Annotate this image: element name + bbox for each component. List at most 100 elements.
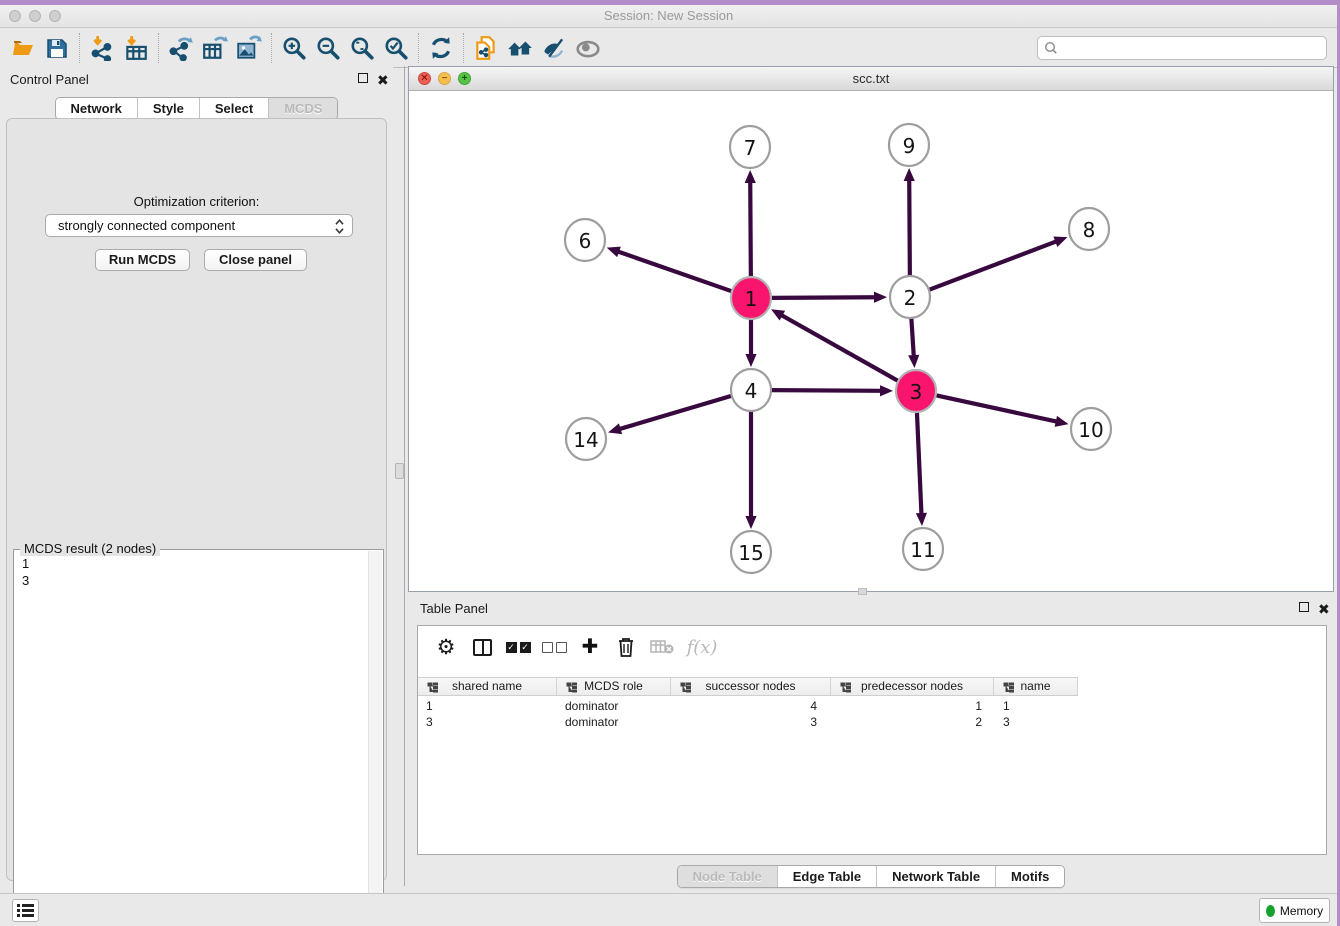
panel-splitter-grip[interactable]	[395, 463, 404, 479]
import-network-icon[interactable]	[85, 33, 119, 63]
cell-mcds-role: dominator	[557, 714, 671, 730]
graph-edge[interactable]	[911, 318, 913, 357]
tab-motifs[interactable]: Motifs	[996, 866, 1064, 887]
graph-edge-arrowhead	[908, 355, 919, 368]
deselect-all-columns-icon[interactable]	[536, 632, 572, 662]
network-window-title: scc.txt	[409, 71, 1333, 86]
horizontal-splitter-grip[interactable]	[858, 588, 867, 595]
zoom-selected-icon[interactable]	[379, 33, 413, 63]
graph-edge[interactable]	[781, 315, 898, 381]
tab-style[interactable]: Style	[138, 98, 200, 119]
graph-edge[interactable]	[930, 241, 1058, 289]
column-header-successor-nodes[interactable]: successor nodes	[671, 678, 831, 695]
run-mcds-button[interactable]: Run MCDS	[95, 249, 190, 271]
graph-edge[interactable]	[909, 179, 910, 276]
graph-node-label: 9	[903, 134, 916, 158]
cell-name: 3	[994, 714, 1078, 730]
list-icon	[17, 904, 34, 917]
control-panel-close-icon[interactable]: ✖	[377, 72, 389, 89]
memory-button[interactable]: Memory	[1259, 898, 1330, 923]
tab-mcds[interactable]: MCDS	[269, 98, 337, 119]
tab-edge-table[interactable]: Edge Table	[778, 866, 877, 887]
table-header-row: shared name MCDS role successor nodes pr…	[418, 677, 1078, 696]
graph-edge-arrowhead	[904, 168, 915, 181]
panel-splitter[interactable]	[404, 66, 405, 886]
mcds-result-title: MCDS result (2 nodes)	[20, 541, 160, 556]
tab-network[interactable]: Network	[56, 98, 138, 119]
table-panel-float-icon[interactable]	[1299, 601, 1309, 615]
graph-edge-arrowhead	[1055, 416, 1069, 427]
graph-edge[interactable]	[772, 297, 876, 298]
titlebar: Session: New Session	[0, 5, 1337, 28]
column-header-predecessor-nodes[interactable]: predecessor nodes	[831, 678, 994, 695]
zoom-fit-icon[interactable]	[345, 33, 379, 63]
duplicate-network-icon[interactable]	[469, 33, 503, 63]
main-toolbar	[0, 28, 1337, 68]
mcds-tab-panel: Optimization criterion: strongly connect…	[6, 118, 387, 881]
dropdown-stepper-icon	[334, 218, 345, 235]
close-panel-button[interactable]: Close panel	[204, 249, 307, 271]
graph-node-label: 1	[745, 287, 758, 311]
table-settings-gear-icon[interactable]: ⚙	[428, 632, 464, 662]
delete-column-icon[interactable]	[608, 632, 644, 662]
table-panel-title: Table Panel	[420, 601, 488, 616]
cell-mcds-role: dominator	[557, 698, 671, 714]
control-panel: Control Panel ✖ Network Style Select MCD…	[0, 66, 393, 893]
mcds-result-box: MCDS result (2 nodes) 1 3	[13, 549, 384, 926]
task-history-button[interactable]	[12, 899, 39, 922]
result-scrollbar[interactable]	[368, 551, 382, 925]
function-builder-icon: f(x)	[680, 632, 724, 662]
tab-select[interactable]: Select	[200, 98, 269, 119]
graph-edge[interactable]	[617, 251, 731, 291]
graph-edge[interactable]	[937, 395, 1058, 421]
tab-network-table[interactable]: Network Table	[877, 866, 996, 887]
table-panel-header: Table Panel ✖	[408, 595, 1334, 621]
open-session-icon[interactable]	[6, 33, 40, 63]
show-columns-icon[interactable]	[464, 632, 500, 662]
column-header-name[interactable]: name	[994, 678, 1078, 695]
export-network-icon[interactable]	[164, 33, 198, 63]
tab-node-table[interactable]: Node Table	[678, 866, 778, 887]
search-input[interactable]	[1037, 36, 1327, 60]
cell-predecessor-nodes: 1	[831, 698, 994, 714]
export-table-icon[interactable]	[198, 33, 232, 63]
graph-edge-arrowhead	[880, 385, 893, 396]
apply-layout-icon[interactable]	[424, 33, 458, 63]
column-header-mcds-role[interactable]: MCDS role	[557, 678, 671, 695]
save-session-icon[interactable]	[40, 33, 74, 63]
export-image-icon[interactable]	[232, 33, 266, 63]
first-neighbors-icon[interactable]	[503, 33, 537, 63]
network-view-window: ✕ − + scc.txt 1234678910111415	[408, 66, 1334, 592]
zoom-in-icon[interactable]	[277, 33, 311, 63]
hide-details-icon[interactable]	[537, 33, 571, 63]
graph-edge[interactable]	[917, 412, 922, 515]
graph-node-label: 11	[910, 538, 935, 562]
table-row[interactable]: 1 dominator 4 1 1	[418, 698, 1078, 714]
control-panel-float-icon[interactable]	[358, 72, 368, 86]
zoom-out-icon[interactable]	[311, 33, 345, 63]
memory-status-icon	[1266, 905, 1275, 917]
column-header-shared-name[interactable]: shared name	[418, 678, 557, 695]
graph-node-label: 15	[738, 541, 763, 565]
control-panel-tabs: Network Style Select MCDS	[0, 97, 393, 120]
toolbar-separator	[79, 33, 80, 63]
table-panel-close-icon[interactable]: ✖	[1318, 601, 1330, 618]
search-icon	[1044, 41, 1058, 55]
graph-node-label: 3	[910, 380, 923, 404]
graph-edge[interactable]	[750, 181, 751, 277]
birdseye-view-icon[interactable]	[571, 33, 605, 63]
app-window: Session: New Session	[0, 5, 1337, 926]
import-table-icon[interactable]	[119, 33, 153, 63]
graph-node-label: 2	[904, 286, 917, 310]
graph-edge[interactable]	[619, 396, 731, 429]
add-column-icon[interactable]: ✚	[572, 632, 608, 662]
network-canvas[interactable]: 1234678910111415	[409, 91, 1333, 591]
graph-edge-arrowhead	[607, 247, 621, 258]
graph-node-label: 7	[744, 136, 757, 160]
table-row[interactable]: 3 dominator 3 2 3	[418, 714, 1078, 730]
criterion-dropdown[interactable]: strongly connected component	[45, 214, 353, 237]
graph-edge-arrowhead	[1053, 237, 1067, 247]
graph-edge[interactable]	[772, 390, 882, 391]
status-bar: Memory	[0, 893, 1337, 926]
select-all-columns-icon[interactable]: ✓✓	[500, 632, 536, 662]
